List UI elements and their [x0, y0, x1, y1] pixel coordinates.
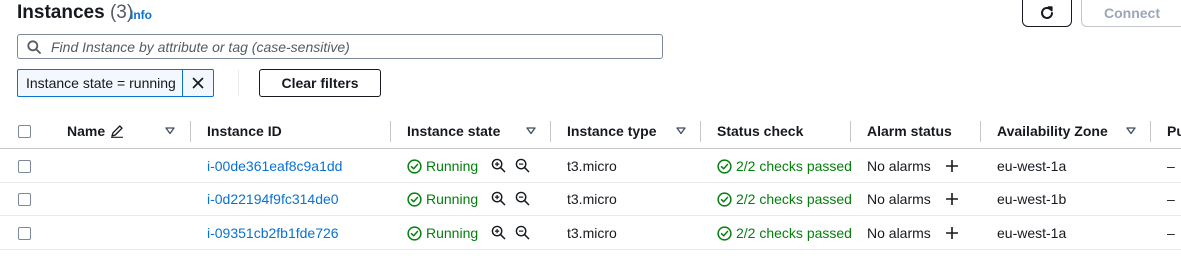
- refresh-icon: [1041, 6, 1053, 19]
- zoom-in-icon[interactable]: [491, 191, 506, 206]
- search-icon: [27, 39, 41, 54]
- column-resizer[interactable]: [980, 121, 981, 142]
- column-header-name[interactable]: Name: [67, 123, 124, 139]
- page-title: Instances (3): [17, 2, 133, 24]
- search-input[interactable]: [49, 37, 643, 56]
- zoom-out-icon[interactable]: [515, 158, 530, 173]
- column-resizer[interactable]: [190, 121, 191, 142]
- column-resizer[interactable]: [550, 121, 551, 142]
- column-resizer[interactable]: [1150, 121, 1151, 142]
- instance-type: t3.micro: [567, 225, 617, 241]
- status-check: 2/2 checks passed: [717, 225, 852, 241]
- sort-caret-icon[interactable]: [526, 127, 536, 135]
- zoom-out-icon[interactable]: [515, 191, 530, 206]
- column-header-alarm-status[interactable]: Alarm status: [867, 123, 952, 139]
- check-circle-icon: [407, 191, 422, 207]
- column-resizer[interactable]: [390, 121, 391, 142]
- check-circle-icon: [407, 225, 422, 241]
- column-header-instance-id[interactable]: Instance ID: [207, 123, 282, 139]
- sort-caret-icon[interactable]: [1126, 127, 1136, 135]
- instance-state-label: Running: [426, 225, 479, 241]
- info-link[interactable]: Info: [130, 8, 152, 22]
- connect-button[interactable]: Connect: [1081, 0, 1181, 27]
- instance-id-link[interactable]: i-0d22194f9fc314de0: [207, 191, 339, 207]
- column-header-instance-state[interactable]: Instance state: [407, 123, 500, 139]
- status-check: 2/2 checks passed: [717, 191, 852, 207]
- status-check-label: 2/2 checks passed: [736, 225, 852, 241]
- row-divider: [0, 182, 1181, 183]
- public-dns: –: [1167, 158, 1175, 174]
- check-circle-icon: [717, 225, 732, 241]
- alarm-status: No alarms: [867, 158, 931, 174]
- column-header-status-check[interactable]: Status check: [717, 123, 803, 139]
- alarm-status: No alarms: [867, 225, 931, 241]
- add-alarm-icon[interactable]: [945, 226, 959, 240]
- zoom-out-icon[interactable]: [515, 225, 530, 240]
- toolbar-divider: [238, 70, 239, 96]
- public-dns: –: [1167, 225, 1175, 241]
- status-check-label: 2/2 checks passed: [736, 191, 852, 207]
- alarm-status: No alarms: [867, 191, 931, 207]
- table-header-divider: [0, 148, 1181, 149]
- column-header-name-label: Name: [67, 123, 106, 139]
- check-circle-icon: [717, 191, 732, 207]
- instance-state-label: Running: [426, 191, 479, 207]
- column-resizer[interactable]: [850, 121, 851, 142]
- select-all-checkbox[interactable]: [18, 125, 31, 138]
- instance-state-label: Running: [426, 158, 479, 174]
- status-check: 2/2 checks passed: [717, 158, 852, 174]
- instance-type: t3.micro: [567, 158, 617, 174]
- add-alarm-icon[interactable]: [945, 159, 959, 173]
- row-checkbox[interactable]: [18, 227, 31, 240]
- pencil-icon: [111, 125, 124, 138]
- instance-id-link[interactable]: i-00de361eaf8c9a1dd: [207, 158, 342, 174]
- public-dns: –: [1167, 191, 1175, 207]
- refresh-button[interactable]: [1022, 0, 1072, 27]
- filter-token-remove-button[interactable]: [181, 70, 213, 96]
- row-divider: [0, 215, 1181, 216]
- check-circle-icon: [717, 158, 732, 174]
- filter-token: Instance state = running: [17, 69, 214, 97]
- column-header-availability-zone[interactable]: Availability Zone: [997, 123, 1108, 139]
- check-circle-icon: [407, 158, 422, 174]
- availability-zone: eu-west-1a: [997, 225, 1067, 241]
- row-divider: [0, 249, 1181, 250]
- availability-zone: eu-west-1b: [997, 191, 1067, 207]
- filter-token-label[interactable]: Instance state = running: [18, 70, 182, 96]
- instance-state: Running: [407, 225, 478, 241]
- instance-id-link[interactable]: i-09351cb2fb1fde726: [207, 225, 339, 241]
- sort-caret-icon[interactable]: [676, 127, 686, 135]
- row-checkbox[interactable]: [18, 193, 31, 206]
- status-check-label: 2/2 checks passed: [736, 158, 852, 174]
- instance-state: Running: [407, 158, 478, 174]
- column-header-public[interactable]: Pu: [1167, 123, 1181, 139]
- close-icon: [192, 77, 204, 89]
- search-box: [17, 34, 663, 59]
- availability-zone: eu-west-1a: [997, 158, 1067, 174]
- instance-state: Running: [407, 191, 478, 207]
- sort-caret-icon[interactable]: [165, 127, 175, 135]
- instance-type: t3.micro: [567, 191, 617, 207]
- zoom-in-icon[interactable]: [491, 225, 506, 240]
- page-title-text: Instances: [17, 2, 105, 23]
- clear-filters-button[interactable]: Clear filters: [259, 69, 381, 97]
- column-resizer[interactable]: [700, 121, 701, 142]
- row-checkbox[interactable]: [18, 160, 31, 173]
- column-header-instance-type[interactable]: Instance type: [567, 123, 656, 139]
- zoom-in-icon[interactable]: [491, 158, 506, 173]
- add-alarm-icon[interactable]: [945, 192, 959, 206]
